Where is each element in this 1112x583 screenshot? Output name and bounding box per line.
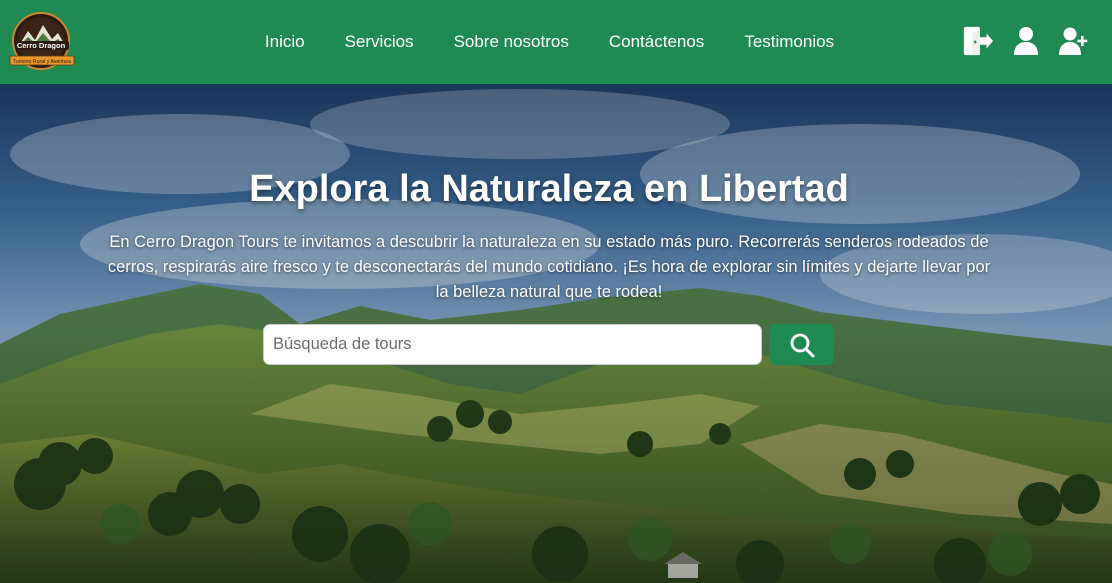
nav-link-servicios[interactable]: Servicios bbox=[345, 32, 414, 51]
navbar: Cerro Dragon Turismo Rural y Aventura In… bbox=[0, 0, 1112, 84]
brand-logo[interactable]: Cerro Dragon Turismo Rural y Aventura bbox=[8, 11, 76, 71]
main-nav: Inicio Servicios Sobre nosotros Contácte… bbox=[0, 0, 1112, 84]
user-icon[interactable] bbox=[1010, 24, 1042, 58]
svg-text:Turismo Rural y Aventura: Turismo Rural y Aventura bbox=[13, 59, 71, 65]
user-plus-icon[interactable] bbox=[1058, 24, 1090, 58]
search-button[interactable] bbox=[769, 324, 834, 365]
tour-search-form bbox=[263, 324, 834, 365]
hero-title: Explora la Naturaleza en Libertad bbox=[249, 168, 849, 210]
hero-description: En Cerro Dragon Tours te invitamos a des… bbox=[107, 233, 991, 301]
svg-text:Cerro Dragon: Cerro Dragon bbox=[17, 41, 66, 50]
logout-icon[interactable] bbox=[962, 24, 994, 58]
hero-section: Explora la Naturaleza en Libertad En Cer… bbox=[0, 84, 1112, 583]
tour-search-input[interactable] bbox=[263, 324, 762, 365]
nav-link-contactenos[interactable]: Contáctenos bbox=[609, 32, 704, 51]
nav-link-inicio[interactable]: Inicio bbox=[265, 32, 305, 51]
nav-link-sobre-nosotros[interactable]: Sobre nosotros bbox=[454, 32, 569, 51]
nav-icons bbox=[962, 24, 1090, 58]
nav-link-testimonios[interactable]: Testimonios bbox=[744, 32, 834, 51]
search-icon bbox=[790, 333, 814, 357]
